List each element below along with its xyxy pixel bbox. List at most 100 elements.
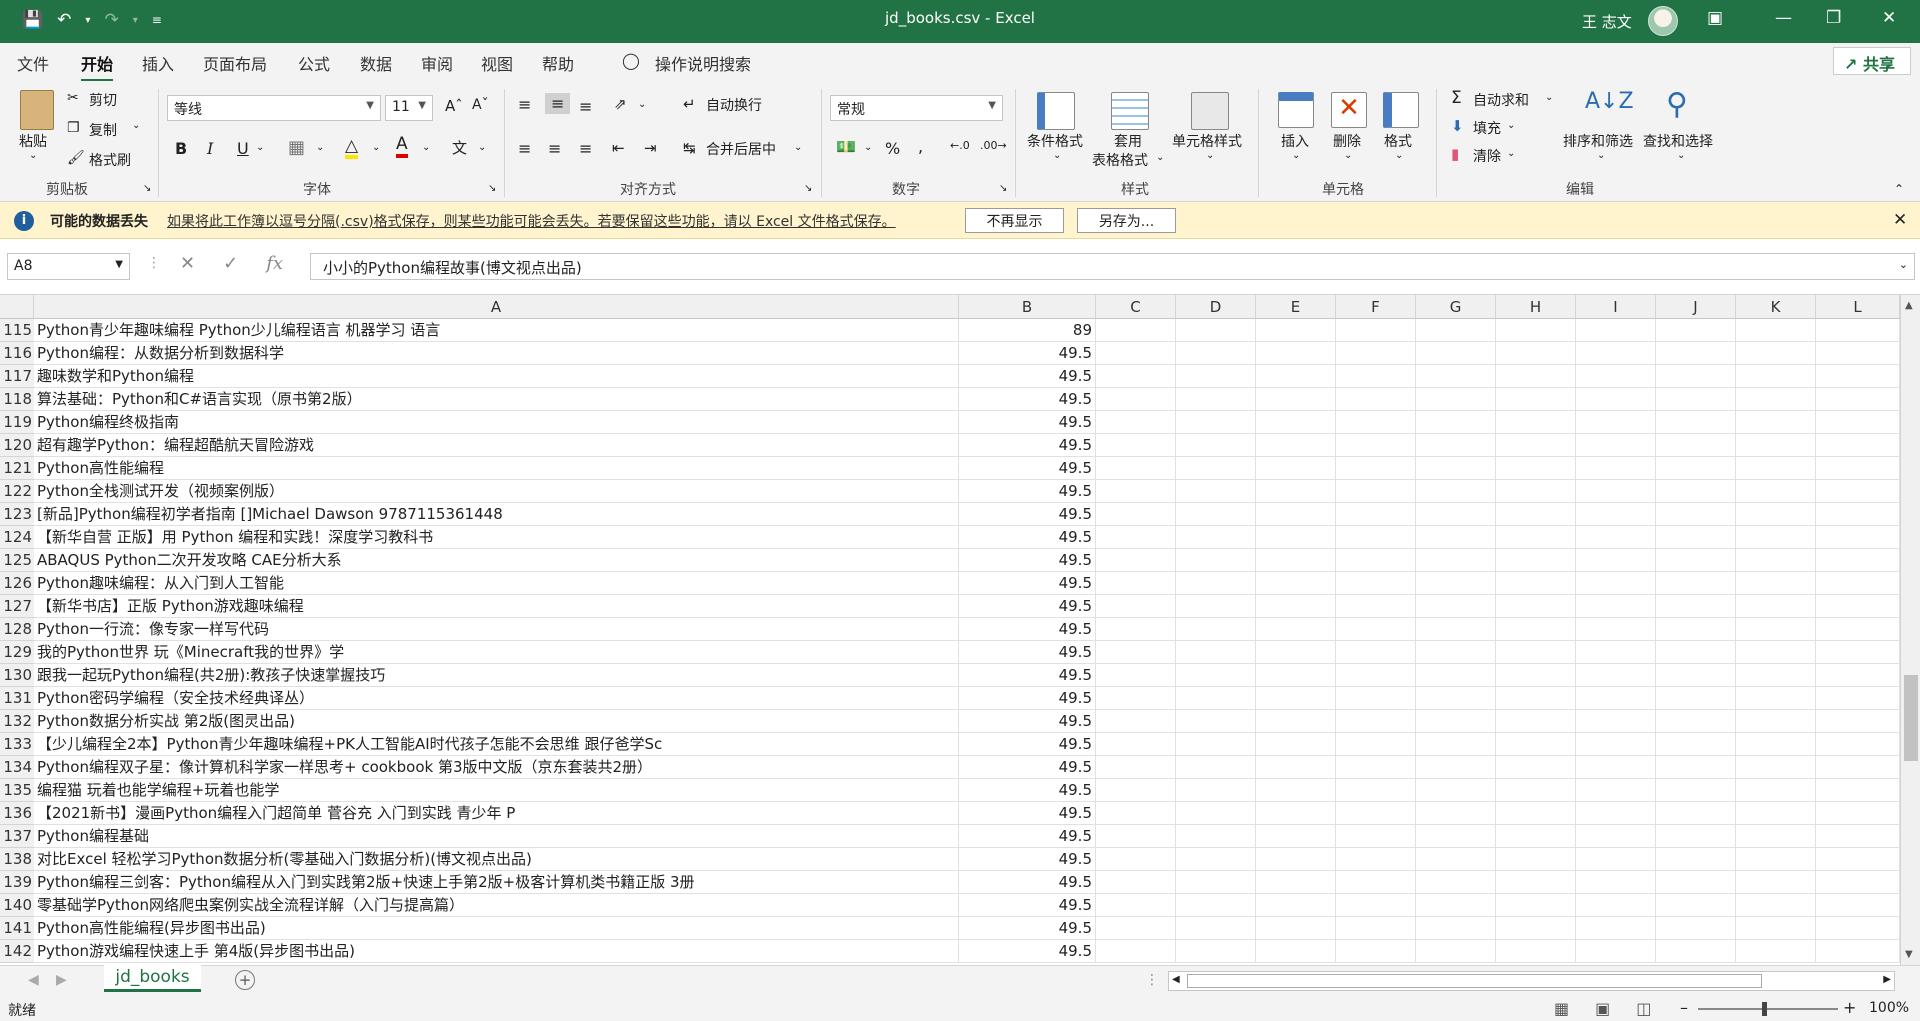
cell-l-121[interactable]: [1816, 457, 1900, 480]
cell-a-135[interactable]: 编程猫 玩着也能学编程+玩着也能学: [34, 779, 959, 802]
cell-k-115[interactable]: [1736, 319, 1816, 342]
cell-l-135[interactable]: [1816, 779, 1900, 802]
cell-f-124[interactable]: [1336, 526, 1416, 549]
font-name-select[interactable]: 等线 ▼: [167, 95, 381, 121]
cell-e-121[interactable]: [1256, 457, 1336, 480]
paste-dropdown-icon[interactable]: ⌄: [29, 150, 37, 161]
cell-i-141[interactable]: [1576, 917, 1656, 940]
cell-h-118[interactable]: [1496, 388, 1576, 411]
insert-dropdown-icon[interactable]: ⌄: [1292, 150, 1300, 161]
percent-style-icon[interactable]: %: [885, 139, 900, 158]
cell-c-134[interactable]: [1096, 756, 1176, 779]
cell-j-142[interactable]: [1656, 940, 1736, 963]
cell-j-136[interactable]: [1656, 802, 1736, 825]
cell-i-122[interactable]: [1576, 480, 1656, 503]
cell-a-139[interactable]: Python编程三剑客：Python编程从入门到实践第2版+快速上手第2版+极客…: [34, 871, 959, 894]
cell-d-136[interactable]: [1176, 802, 1256, 825]
cell-g-128[interactable]: [1416, 618, 1496, 641]
cell-d-120[interactable]: [1176, 434, 1256, 457]
normal-view-icon[interactable]: ▦: [1554, 999, 1569, 1018]
cell-e-117[interactable]: [1256, 365, 1336, 388]
cell-g-135[interactable]: [1416, 779, 1496, 802]
cell-g-136[interactable]: [1416, 802, 1496, 825]
cell-b-128[interactable]: 49.5: [959, 618, 1096, 641]
cell-styles-button[interactable]: 单元格样式: [1172, 131, 1242, 151]
cell-g-139[interactable]: [1416, 871, 1496, 894]
cell-e-136[interactable]: [1256, 802, 1336, 825]
cell-h-119[interactable]: [1496, 411, 1576, 434]
cell-f-137[interactable]: [1336, 825, 1416, 848]
cell-i-128[interactable]: [1576, 618, 1656, 641]
cell-e-132[interactable]: [1256, 710, 1336, 733]
cell-e-129[interactable]: [1256, 641, 1336, 664]
row-header[interactable]: 120: [0, 434, 34, 457]
close-icon[interactable]: ✕: [1882, 8, 1896, 28]
merge-center-button[interactable]: 合并后居中: [706, 139, 776, 159]
cell-b-121[interactable]: 49.5: [959, 457, 1096, 480]
cell-j-135[interactable]: [1656, 779, 1736, 802]
cell-a-123[interactable]: [新品]Python编程初学者指南 []Michael Dawson 97871…: [34, 503, 959, 526]
cell-l-138[interactable]: [1816, 848, 1900, 871]
cell-l-127[interactable]: [1816, 595, 1900, 618]
copy-dropdown-icon[interactable]: ⌄: [132, 120, 140, 131]
cell-k-128[interactable]: [1736, 618, 1816, 641]
cell-i-120[interactable]: [1576, 434, 1656, 457]
clipboard-launcher-icon[interactable]: ↘: [143, 183, 151, 194]
merge-center-icon[interactable]: ↹: [683, 139, 696, 157]
italic-icon[interactable]: I: [207, 139, 213, 158]
cell-b-124[interactable]: 49.5: [959, 526, 1096, 549]
cell-h-136[interactable]: [1496, 802, 1576, 825]
cell-a-127[interactable]: 【新华书店】正版 Python游戏趣味编程: [34, 595, 959, 618]
warning-text[interactable]: 如果将此工作簿以逗号分隔(.csv)格式保存，则某些功能可能会丢失。若要保留这些…: [167, 211, 896, 231]
column-header-d[interactable]: D: [1176, 295, 1256, 319]
cell-l-128[interactable]: [1816, 618, 1900, 641]
cell-i-119[interactable]: [1576, 411, 1656, 434]
cell-j-123[interactable]: [1656, 503, 1736, 526]
cell-j-133[interactable]: [1656, 733, 1736, 756]
cell-a-137[interactable]: Python编程基础: [34, 825, 959, 848]
borders-dropdown-icon[interactable]: ⌄: [316, 142, 324, 153]
scroll-up-icon[interactable]: ▲: [1905, 300, 1913, 311]
row-header[interactable]: 123: [0, 503, 34, 526]
cell-c-115[interactable]: [1096, 319, 1176, 342]
cell-c-124[interactable]: [1096, 526, 1176, 549]
cell-c-132[interactable]: [1096, 710, 1176, 733]
cell-j-138[interactable]: [1656, 848, 1736, 871]
cell-i-138[interactable]: [1576, 848, 1656, 871]
cell-d-123[interactable]: [1176, 503, 1256, 526]
cell-i-134[interactable]: [1576, 756, 1656, 779]
cell-i-125[interactable]: [1576, 549, 1656, 572]
cell-g-123[interactable]: [1416, 503, 1496, 526]
cell-f-130[interactable]: [1336, 664, 1416, 687]
scroll-right-icon[interactable]: ▶: [1883, 974, 1891, 985]
column-header-e[interactable]: E: [1256, 295, 1336, 319]
row-header[interactable]: 128: [0, 618, 34, 641]
cell-g-141[interactable]: [1416, 917, 1496, 940]
cell-g-133[interactable]: [1416, 733, 1496, 756]
cell-d-131[interactable]: [1176, 687, 1256, 710]
cell-f-131[interactable]: [1336, 687, 1416, 710]
cell-l-130[interactable]: [1816, 664, 1900, 687]
cell-c-125[interactable]: [1096, 549, 1176, 572]
cell-i-127[interactable]: [1576, 595, 1656, 618]
merge-dropdown-icon[interactable]: ⌄: [794, 142, 802, 153]
cell-a-119[interactable]: Python编程终极指南: [34, 411, 959, 434]
cell-c-129[interactable]: [1096, 641, 1176, 664]
fill-color-dropdown-icon[interactable]: ⌄: [372, 142, 380, 153]
cell-e-131[interactable]: [1256, 687, 1336, 710]
tab-page-layout[interactable]: 页面布局: [203, 51, 267, 75]
cell-h-140[interactable]: [1496, 894, 1576, 917]
decrease-indent-icon[interactable]: ⇤: [612, 139, 625, 157]
cell-k-125[interactable]: [1736, 549, 1816, 572]
cell-f-127[interactable]: [1336, 595, 1416, 618]
row-header[interactable]: 141: [0, 917, 34, 940]
cell-i-133[interactable]: [1576, 733, 1656, 756]
cell-l-136[interactable]: [1816, 802, 1900, 825]
cell-b-125[interactable]: 49.5: [959, 549, 1096, 572]
cell-a-129[interactable]: 我的Python世界 玩《Minecraft我的世界》学: [34, 641, 959, 664]
cell-a-141[interactable]: Python高性能编程(异步图书出品): [34, 917, 959, 940]
cell-h-138[interactable]: [1496, 848, 1576, 871]
cell-c-127[interactable]: [1096, 595, 1176, 618]
clear-dropdown-icon[interactable]: ⌄: [1507, 148, 1515, 159]
row-header[interactable]: 125: [0, 549, 34, 572]
